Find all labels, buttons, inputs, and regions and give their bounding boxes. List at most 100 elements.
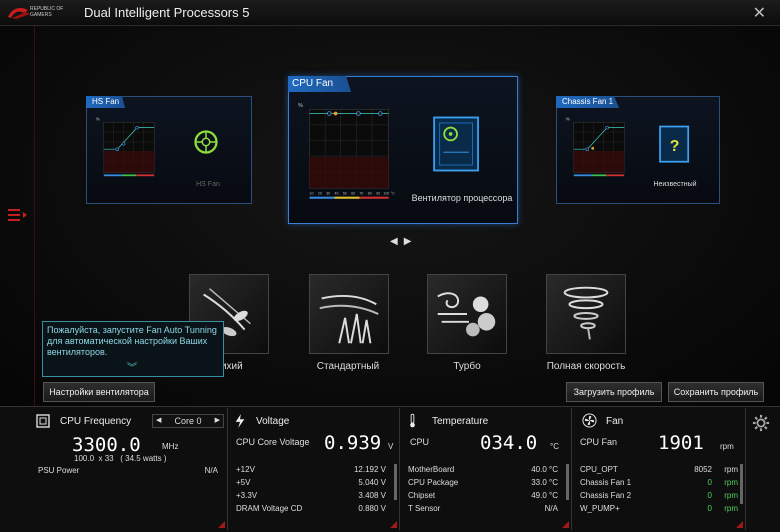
voltage-row: DRAM Voltage CD 0.880 V: [236, 504, 386, 513]
x-tick: 20: [318, 192, 322, 196]
title-bar: REPUBLIC OF GAMERS Dual Intelligent Proc…: [0, 0, 780, 26]
fan-card-chassis-1[interactable]: Chassis Fan 1 % ? Неизвестный: [556, 96, 720, 204]
y-axis-symbol: %: [96, 116, 100, 121]
x-tick: 90: [376, 192, 380, 196]
mode-standard-button[interactable]: [309, 274, 389, 354]
lightning-icon: [235, 414, 245, 428]
temp-row: T Sensor N/A: [408, 504, 558, 513]
fan-value: 0: [707, 478, 712, 487]
load-profile-button[interactable]: Загрузить профиль: [566, 382, 662, 402]
fan-unit: rpm: [724, 478, 738, 487]
voltage-label: +5V: [236, 478, 251, 487]
fan-unit: rpm: [724, 491, 738, 500]
expand-corner-icon[interactable]: [736, 521, 743, 528]
fan-card-tab: Chassis Fan 1: [556, 96, 620, 108]
cpu-frequency-value: 3300.0: [72, 434, 141, 456]
x-tick: 50: [343, 192, 347, 196]
temp-value: 40.0 °C: [531, 465, 558, 474]
fan-nav: ◀▶: [390, 236, 417, 247]
standard-mode-icon: [319, 294, 379, 344]
full-speed-mode-icon: [563, 286, 609, 340]
fan-label: Chassis Fan 1: [580, 478, 632, 487]
temp-row: CPU Package 33.0 °C: [408, 478, 558, 487]
close-button[interactable]: ✕: [753, 3, 766, 23]
fan-icon: [582, 413, 597, 428]
voltage-value: 12.192 V: [353, 465, 386, 474]
next-fan-button[interactable]: ▶: [404, 236, 418, 247]
x-unit: °C: [391, 192, 395, 196]
x-tick: 70: [359, 192, 363, 196]
chevron-down-icon[interactable]: ︾: [127, 363, 137, 374]
fan-scrollbar[interactable]: [740, 464, 743, 504]
core-select-value: Core 0: [174, 416, 202, 426]
temp-label: T Sensor: [408, 504, 441, 513]
core-selector[interactable]: ◀ Core 0 ▶: [152, 414, 224, 428]
fan-name: Вентилятор процессора: [411, 193, 513, 203]
left-rail: [34, 26, 35, 406]
gear-icon[interactable]: [752, 414, 770, 432]
unknown-case-icon: ?: [659, 125, 690, 163]
menu-icon[interactable]: [6, 206, 28, 224]
cpu-core-voltage-label: CPU Core Voltage: [236, 437, 310, 447]
cpu-temp-label: CPU: [410, 437, 430, 447]
app-title: Dual Intelligent Processors 5: [84, 5, 250, 20]
temperature-scrollbar[interactable]: [566, 464, 569, 500]
fan-row: W_PUMP+ 0 rpm: [580, 504, 738, 513]
fan-card-hs[interactable]: HS Fan % HS Fan: [86, 96, 252, 204]
temp-value: 49.0 °C: [531, 491, 558, 500]
fan-settings-button[interactable]: Настройки вентилятора: [43, 382, 155, 402]
temp-label: MotherBoard: [408, 465, 455, 474]
next-core-icon[interactable]: ▶: [215, 415, 220, 427]
fan-curve-chart[interactable]: %: [563, 113, 635, 189]
auto-tuning-tooltip: Пожалуйста, запустите Fan Auto Tunning д…: [42, 321, 224, 377]
temp-row: MotherBoard 40.0 °C: [408, 465, 558, 474]
temperature-panel: Temperature CPU 034.0 °C MotherBoard 40.0…: [402, 408, 572, 530]
fan-curve-chart[interactable]: %: [93, 113, 165, 189]
fan-row: Chassis Fan 2 0 rpm: [580, 491, 738, 500]
cpu-frequency-detail: 100.0 x 33 ( 34.5 watts ): [74, 454, 167, 463]
temp-label: Chipset: [408, 491, 436, 500]
turbo-mode-icon: [437, 292, 496, 337]
voltage-row: +3.3V 3.408 V: [236, 491, 386, 500]
mode-turbo-label: Турбо: [453, 361, 481, 372]
expand-corner-icon[interactable]: [562, 521, 569, 528]
x-tick: 60: [351, 192, 355, 196]
voltage-scrollbar[interactable]: [394, 464, 397, 500]
expand-corner-icon[interactable]: [390, 521, 397, 528]
psu-power-label: PSU Power: [38, 466, 80, 475]
fan-curve-chart[interactable]: % 10 20 30 40 50 60 70 80 90 100 °C: [295, 97, 399, 209]
mode-full-speed-button[interactable]: [546, 274, 626, 354]
voltage-label: +12V: [236, 465, 255, 474]
voltage-value: 5.040 V: [358, 478, 386, 487]
x-tick: 40: [335, 192, 339, 196]
fan-label: W_PUMP+: [580, 504, 620, 513]
prev-core-icon[interactable]: ◀: [156, 415, 161, 427]
voltage-row: +5V 5.040 V: [236, 478, 386, 487]
thermometer-icon: [410, 413, 415, 428]
cpu-fan-case-icon: [433, 116, 479, 172]
fan-name: Неизвестный: [653, 181, 697, 188]
panel-title: CPU Frequency: [60, 416, 132, 427]
panel-title: Fan: [606, 416, 624, 427]
temp-row: Chipset 49.0 °C: [408, 491, 558, 500]
fan-card-cpu[interactable]: CPU Fan % 10 20 30 40 50 60 70 80 90 100…: [288, 76, 518, 224]
temp-value: N/A: [544, 504, 558, 513]
mode-full-speed-label: Полная скорость: [546, 361, 626, 372]
expand-corner-icon[interactable]: [218, 521, 225, 528]
temp-label: CPU Package: [408, 478, 459, 487]
cpu-chip-icon: [36, 414, 50, 428]
svg-text:?: ?: [670, 138, 680, 155]
fan-row: CPU_OPT 8052 rpm: [580, 465, 738, 474]
cpu-frequency-panel: CPU Frequency ◀ Core 0 ▶ 3300.0 MHz 100.…: [32, 408, 228, 530]
voltage-value: 3.408 V: [358, 491, 386, 500]
panel-title: Voltage: [256, 416, 290, 427]
cpu-temp-unit: °C: [550, 442, 559, 451]
cpu-fan-speed-value: 1901: [658, 432, 704, 454]
fan-card-tab: CPU Fan: [288, 76, 352, 92]
save-profile-button[interactable]: Сохранить профиль: [668, 382, 764, 402]
mode-turbo-button[interactable]: [427, 274, 507, 354]
voltage-value: 0.880 V: [358, 504, 386, 513]
prev-fan-button[interactable]: ◀: [390, 236, 404, 247]
cpu-core-voltage-value: 0.939: [324, 432, 382, 454]
cpu-fan-speed-unit: rpm: [720, 442, 734, 451]
